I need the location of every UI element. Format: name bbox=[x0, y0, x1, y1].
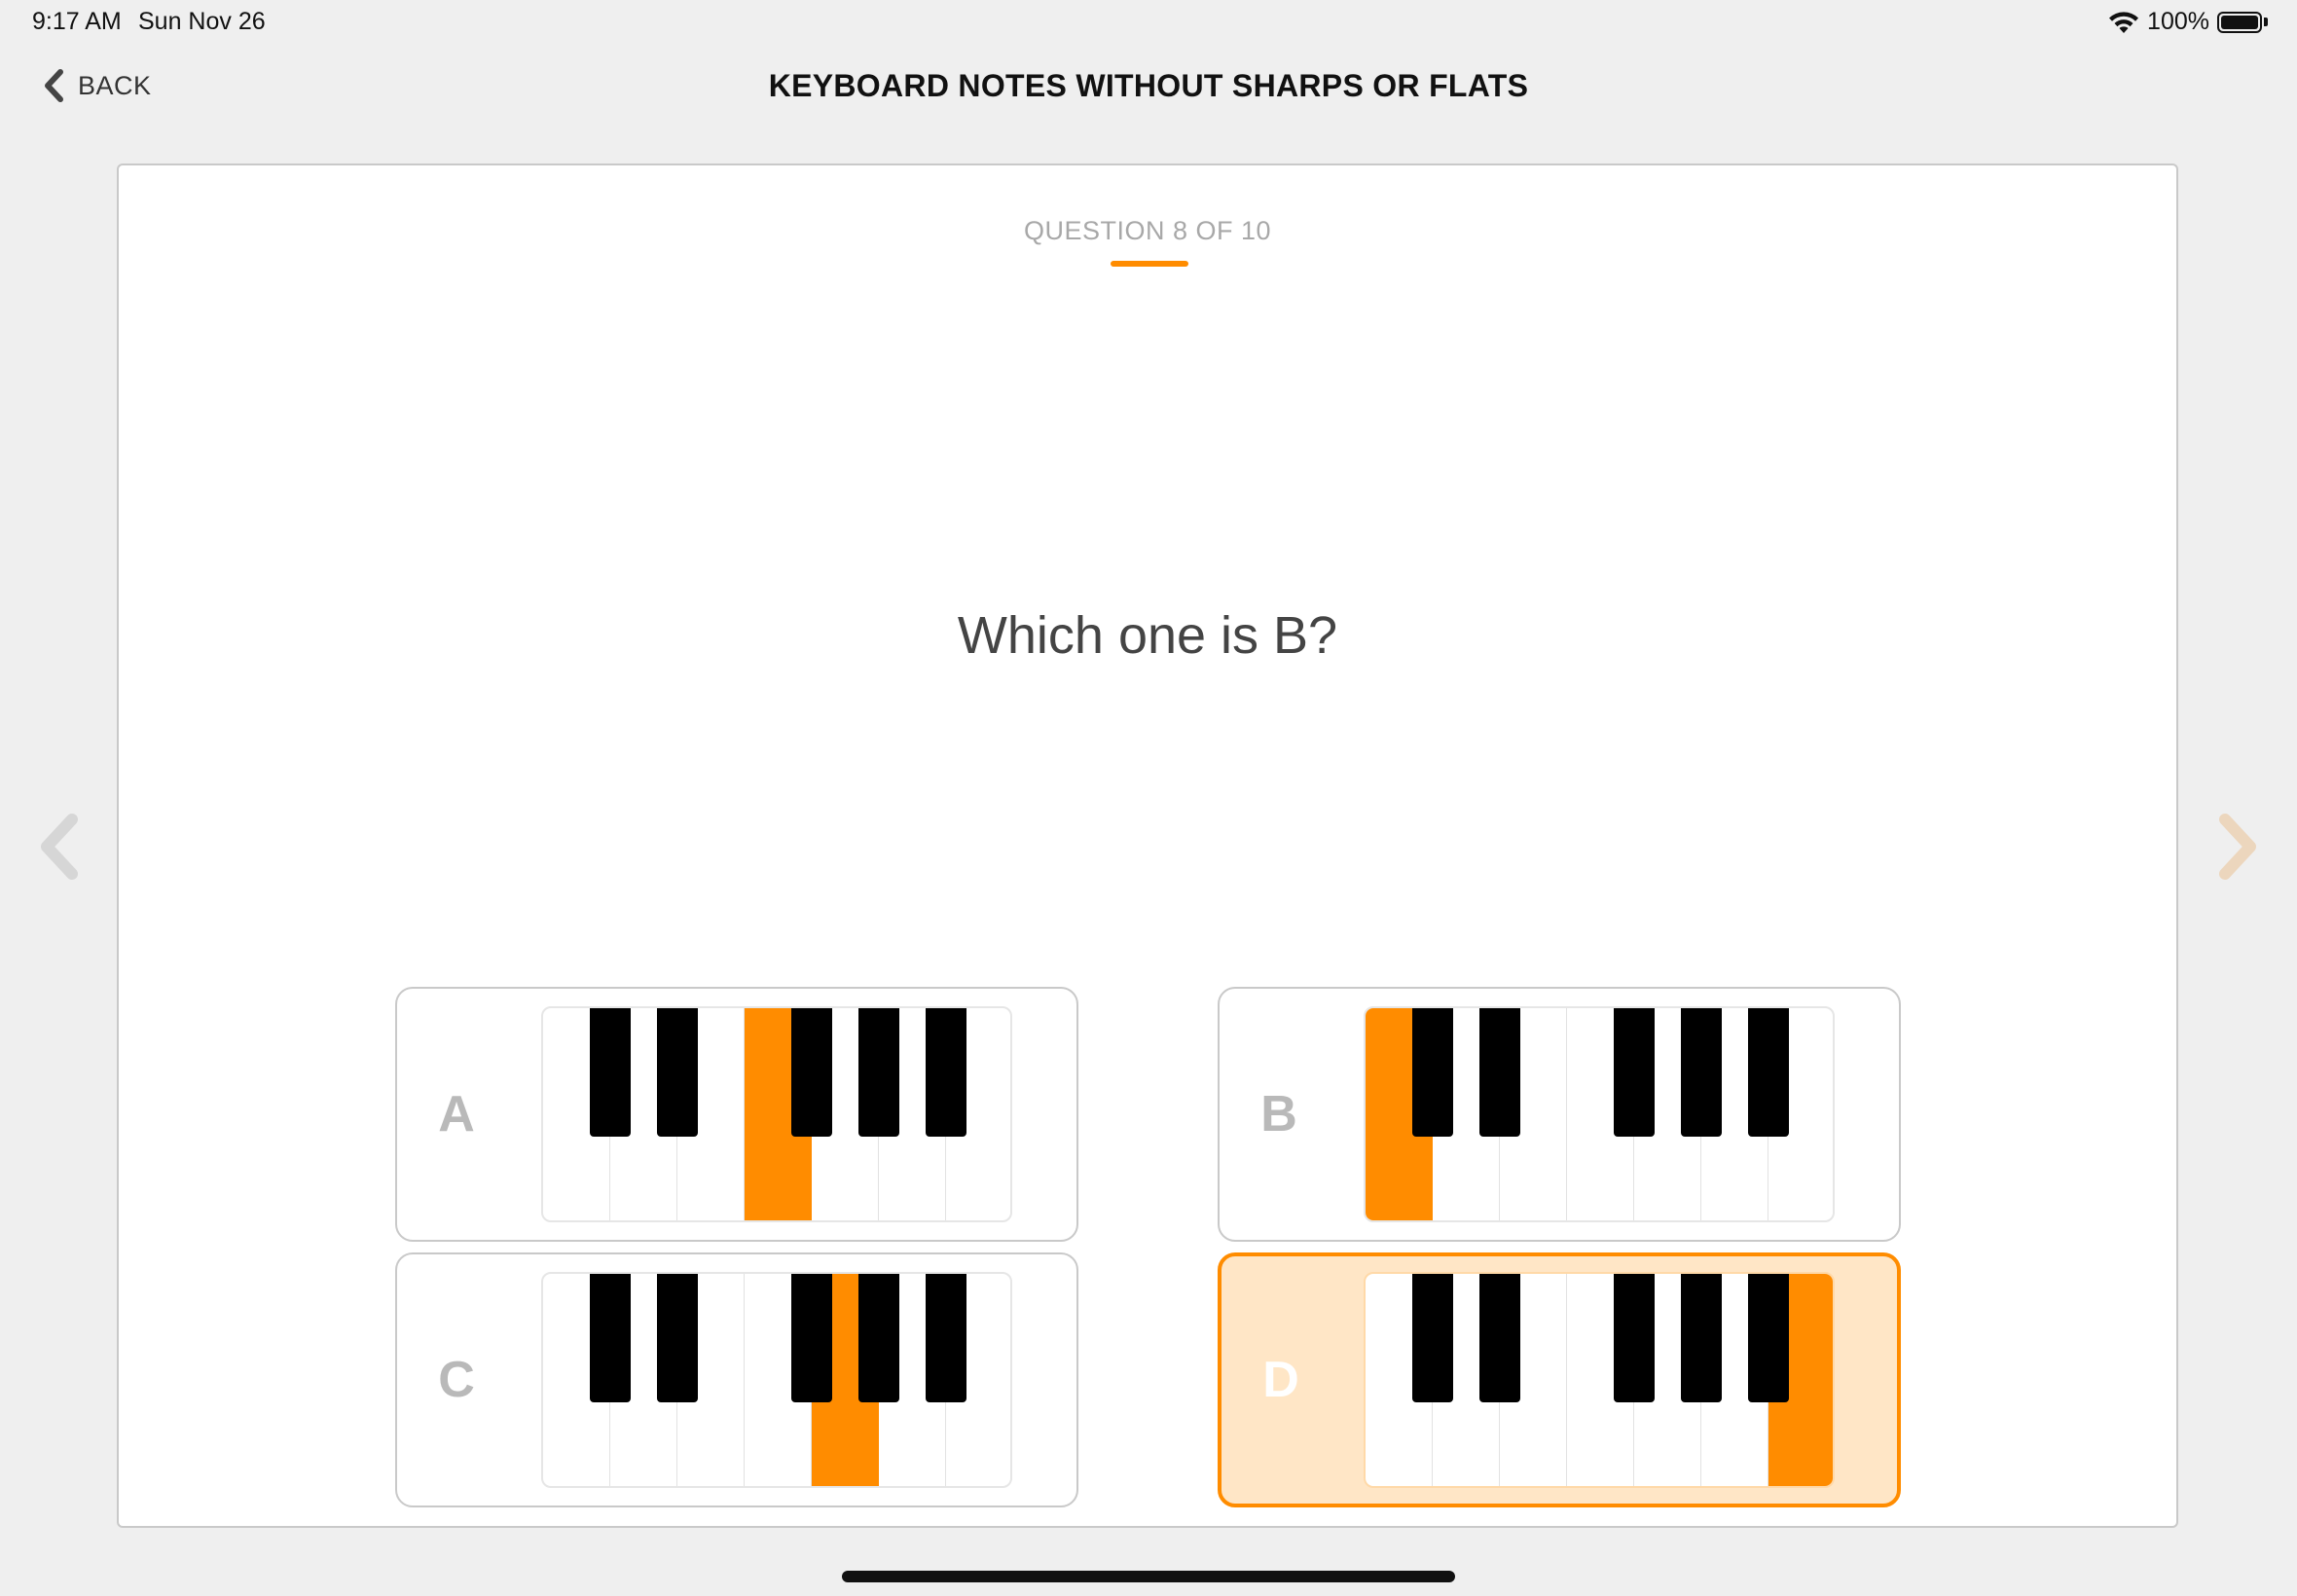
option-letter: B bbox=[1260, 1086, 1297, 1143]
counter-underline bbox=[1111, 261, 1188, 267]
battery-icon bbox=[2217, 11, 2270, 34]
black-key bbox=[1479, 1274, 1520, 1402]
piano-keyboard-icon bbox=[541, 1006, 1012, 1222]
page-title: KEYBOARD NOTES WITHOUT SHARPS OR FLATS bbox=[768, 68, 1529, 103]
status-time: 9:17 AM bbox=[32, 8, 122, 35]
piano-keyboard-icon bbox=[1364, 1272, 1835, 1488]
piano-keyboard-icon bbox=[1364, 1006, 1835, 1222]
black-key bbox=[1681, 1274, 1722, 1402]
wifi-icon bbox=[2109, 11, 2139, 33]
status-date: Sun Nov 26 bbox=[138, 8, 266, 35]
answer-option-d[interactable]: D bbox=[1218, 1252, 1901, 1507]
black-key bbox=[1614, 1008, 1655, 1137]
question-text: Which one is B? bbox=[957, 606, 1338, 665]
black-key bbox=[1748, 1274, 1789, 1402]
status-right: 100% bbox=[2108, 8, 2270, 36]
black-key bbox=[1748, 1008, 1789, 1137]
previous-question-arrow-icon[interactable] bbox=[35, 814, 84, 880]
black-key bbox=[926, 1008, 966, 1137]
option-letter: D bbox=[1262, 1352, 1299, 1408]
black-key bbox=[791, 1274, 832, 1402]
black-key bbox=[791, 1008, 832, 1137]
answer-option-b[interactable]: B bbox=[1218, 987, 1901, 1242]
piano-keyboard-icon bbox=[541, 1272, 1012, 1488]
black-key bbox=[590, 1274, 631, 1402]
answer-option-c[interactable]: C bbox=[395, 1252, 1078, 1507]
question-counter: QUESTION 8 OF 10 bbox=[1023, 216, 1272, 245]
battery-percent: 100% bbox=[2147, 8, 2209, 35]
black-key bbox=[1479, 1008, 1520, 1137]
black-key bbox=[657, 1008, 698, 1137]
black-key bbox=[1412, 1008, 1453, 1137]
black-key bbox=[1412, 1274, 1453, 1402]
next-question-arrow-icon[interactable] bbox=[2213, 814, 2262, 880]
option-letter: C bbox=[438, 1352, 475, 1408]
black-key bbox=[1614, 1274, 1655, 1402]
black-key bbox=[926, 1274, 966, 1402]
black-key bbox=[858, 1008, 899, 1137]
black-key bbox=[590, 1008, 631, 1137]
black-key bbox=[858, 1274, 899, 1402]
home-indicator bbox=[842, 1571, 1455, 1582]
answer-option-a[interactable]: A bbox=[395, 987, 1078, 1242]
option-letter: A bbox=[438, 1086, 475, 1143]
black-key bbox=[1681, 1008, 1722, 1137]
black-key bbox=[657, 1274, 698, 1402]
